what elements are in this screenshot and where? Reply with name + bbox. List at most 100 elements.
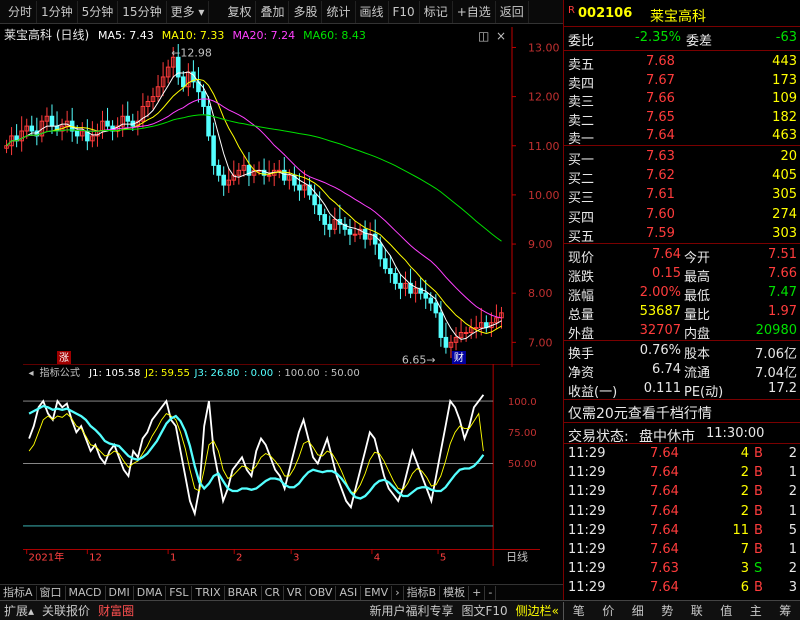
tab-macd[interactable]: MACD [66, 585, 106, 600]
bid-row[interactable]: 买五 7.59 303 [564, 224, 800, 245]
weibi-row: 委比 -2.35% 委差 -63 [564, 28, 800, 49]
toolbar-15min[interactable]: 15分钟 [118, 0, 167, 23]
tab-zoom-in[interactable]: + [469, 585, 486, 600]
tab-vr[interactable]: VR [284, 585, 307, 600]
toolbar-mark[interactable]: 标记 [420, 0, 453, 23]
bid-label: 买一 [568, 153, 595, 168]
tick-volume: 2 [740, 484, 749, 500]
panel-tab[interactable]: 主 [746, 602, 766, 620]
tab-window[interactable]: 窗口 [37, 585, 66, 600]
stock-title: 莱宝高科 (日线) [4, 27, 89, 42]
tab-template[interactable]: 模板 [440, 585, 470, 600]
candle-body [388, 268, 393, 275]
tab-dma[interactable]: DMA [134, 585, 167, 600]
panel-tab[interactable]: 价 [598, 602, 618, 620]
toolbar-5min[interactable]: 5分钟 [78, 0, 119, 23]
toolbar-back[interactable]: 返回 [496, 0, 529, 23]
indicator-legend-item: J1: 105.58 [88, 368, 140, 379]
status-expand[interactable]: 扩展▴ [0, 602, 38, 620]
status-related-quotes[interactable]: 关联报价 [38, 602, 94, 620]
x-axis-labels: 2021年 12 1 2 3 4 5 [26, 549, 446, 563]
status-bar: 扩展▴ 关联报价 财富圈 新用户福利专享 图文F10 侧边栏« 笔价细势联值主筹 [0, 600, 800, 620]
bid-price: 7.59 [646, 225, 675, 241]
stat-value: 7.66 [768, 266, 797, 281]
kline-chart[interactable]: 13.00 12.00 11.00 10.00 9.00 8.00 7.00 莱宝高科 (日… [0, 24, 563, 370]
ask-price: 7.64 [646, 128, 675, 144]
toolbar-draw[interactable]: 画线 [356, 0, 389, 23]
quote-panel: R 002106 莱宝高科 委比 -2.35% 委差 -63 卖五 7.68 443… [563, 0, 800, 600]
restore-icon[interactable]: ◫ [478, 29, 489, 43]
close-icon[interactable]: × [496, 29, 506, 43]
toolbar-1min[interactable]: 1分钟 [37, 0, 78, 23]
status-new-user-benefits[interactable]: 新用户福利专享 [365, 602, 457, 620]
tab-trix[interactable]: TRIX [192, 585, 225, 600]
panel-tab[interactable]: 细 [628, 602, 648, 620]
panel-tab[interactable]: 势 [657, 602, 677, 620]
status-wealth-circle[interactable]: 财富圈 [94, 602, 138, 620]
x-axis-label: 5 [440, 552, 446, 563]
tab-zoom-out[interactable]: - [485, 585, 497, 600]
toolbar-more[interactable]: 更多 ▾ [167, 0, 210, 23]
tick-side: B [754, 465, 763, 481]
ask-volume: 173 [772, 72, 797, 88]
tab-cr[interactable]: CR [262, 585, 284, 600]
tab-asi[interactable]: ASI [336, 585, 362, 600]
tick-count: 1 [788, 542, 797, 557]
toolbar-stats[interactable]: 统计 [322, 0, 356, 23]
indicator-chart[interactable]: 100.0 75.00 50.00 ◂ 指标公式 J1: 105.58 J2: 59.… [0, 364, 563, 566]
tab-obv[interactable]: OBV [306, 585, 337, 600]
status-f10[interactable]: 图文F10 [457, 602, 511, 620]
bid-label: 买二 [568, 172, 595, 188]
tick-side: B [754, 446, 763, 461]
tick-count: 2 [788, 561, 797, 577]
x-axis-label: 12 [89, 552, 102, 563]
stat-value: 1.97 [768, 304, 797, 319]
ma-legend-item: MA5: 7.43 [98, 29, 154, 42]
tab-scroll-right[interactable]: › [392, 585, 404, 600]
fundamental-row: 换手 0.76% 股本 7.06亿 [564, 341, 800, 362]
toolbar-timeshare[interactable]: 分时 [4, 0, 38, 23]
status-sidebar-label: 侧边栏 [515, 603, 552, 618]
period-label[interactable]: 日线 [506, 549, 528, 563]
toolbar-watchlist[interactable]: +自选 [453, 0, 496, 23]
tab-fsl[interactable]: FSL [166, 585, 193, 600]
panel-tab[interactable]: 笔 [569, 602, 589, 620]
up-marker: 涨 [57, 351, 71, 364]
tick-row: 11:29 7.64 4 B 2 [564, 444, 800, 465]
tick-count: 1 [788, 503, 797, 519]
bid-row[interactable]: 买四 7.60 274 [564, 205, 800, 226]
tab-emv[interactable]: EMV [361, 585, 393, 600]
candle-body [216, 164, 221, 176]
candle-body [433, 302, 439, 314]
candle-body [29, 125, 35, 132]
panel-tab[interactable]: 值 [716, 602, 736, 620]
promo-row[interactable]: 仅需20元查看千档行情 [564, 401, 800, 422]
tick-count: 2 [788, 446, 797, 461]
panel-tab[interactable]: 筹 [775, 602, 795, 620]
bid-volume: 305 [772, 187, 797, 203]
panel-tab[interactable]: 联 [687, 602, 707, 620]
event-marker[interactable]: 财 [451, 351, 466, 364]
tab-indicator-b[interactable]: 指标B [404, 585, 441, 600]
bid-row[interactable]: 买二 7.62 405 [564, 166, 800, 187]
candle-body [266, 174, 272, 177]
candle-body [383, 258, 388, 270]
fundamental-label: 收益(一) [568, 385, 618, 400]
toolbar-multi[interactable]: 多股 [289, 0, 323, 23]
tick-side: S [754, 561, 763, 577]
status-sidebar[interactable]: 侧边栏« [512, 602, 563, 620]
collapse-icon[interactable]: ◂ [29, 368, 35, 379]
bid-row[interactable]: 买三 7.61 305 [564, 185, 800, 206]
bid-row[interactable]: 买一 7.63 20 [564, 147, 800, 168]
tick-row: 11:29 7.64 2 B 1 [564, 463, 800, 484]
tab-dmi[interactable]: DMI [106, 585, 134, 600]
toolbar-adjust[interactable]: 复权 [223, 0, 257, 23]
indicator-legend-item: J2: 59.55 [144, 368, 190, 379]
indicator-tick: 100.0 [508, 397, 537, 408]
toolbar-f10[interactable]: F10 [389, 0, 420, 23]
indicator-legend: J1: 105.58 J2: 59.55 J3: 26.80: 0.00: 100.… [88, 368, 360, 379]
toolbar-overlay[interactable]: 叠加 [256, 0, 290, 23]
tab-brar[interactable]: BRAR [225, 585, 262, 600]
candle-body [206, 105, 211, 137]
tab-indicator-a[interactable]: 指标A [0, 585, 37, 600]
